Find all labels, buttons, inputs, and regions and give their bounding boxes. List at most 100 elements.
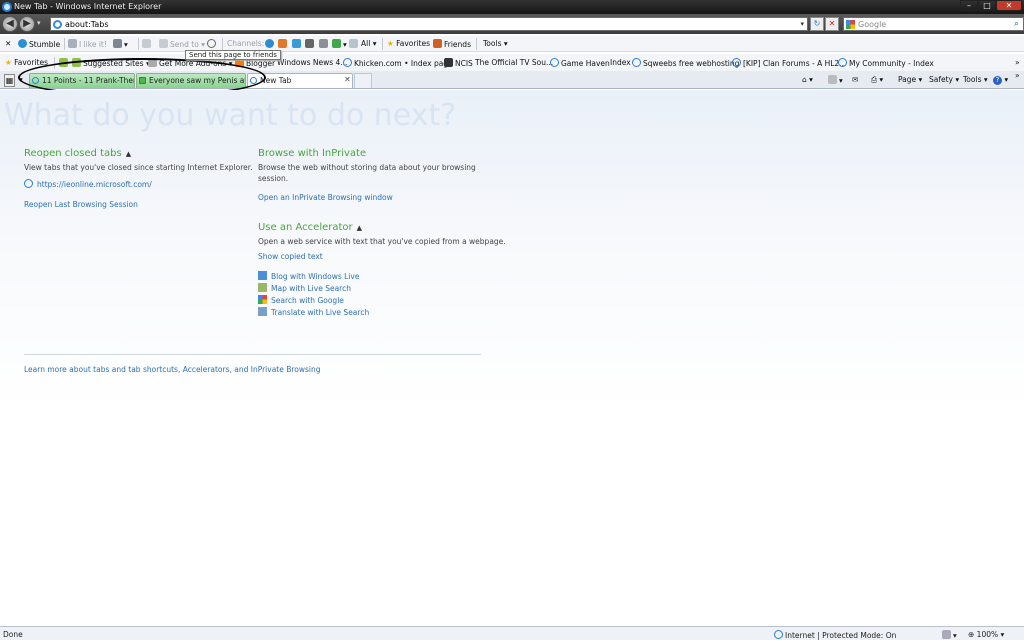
addons-status[interactable]: ▾ bbox=[942, 630, 957, 640]
ie-page-icon bbox=[838, 58, 847, 67]
show-copied-text-link[interactable]: Show copied text bbox=[258, 252, 323, 261]
video-icon[interactable] bbox=[305, 39, 315, 48]
stop-button[interactable]: ✕ bbox=[825, 17, 839, 31]
safety-menu[interactable]: Safety ▾ bbox=[929, 75, 959, 84]
close-tab-icon[interactable]: ✕ bbox=[344, 75, 351, 84]
favorites-label: Favorites bbox=[396, 39, 431, 48]
zoom-control[interactable]: ⊕ 100% ▾ bbox=[968, 630, 1004, 639]
security-zone[interactable]: Internet | Protected Mode: On bbox=[774, 630, 896, 640]
accelerator-google-link[interactable]: Search with Google bbox=[258, 295, 344, 305]
minimize-button[interactable]: – bbox=[960, 0, 978, 11]
help-button[interactable]: ? ▾ bbox=[993, 75, 1008, 85]
speech-bubble-icon bbox=[207, 39, 216, 48]
closed-tab-url: https://ieonline.microsoft.com/ bbox=[37, 180, 152, 189]
accelerator-blog-link[interactable]: Blog with Windows Live bbox=[258, 271, 359, 281]
fav-item-ncis[interactable]: NCIS bbox=[444, 58, 473, 68]
favbar-overflow-icon[interactable]: » bbox=[1015, 58, 1020, 67]
friends-button[interactable]: Friends bbox=[433, 39, 471, 49]
stumble-button[interactable]: Stumble bbox=[18, 39, 60, 49]
fav-item-sqweebs[interactable]: Sqweebs free webhosting bbox=[632, 58, 739, 68]
separator bbox=[382, 38, 383, 50]
back-button[interactable]: ◀ bbox=[2, 16, 18, 32]
maximize-button[interactable]: □ bbox=[978, 0, 996, 11]
fav-label: Blogger bbox=[246, 59, 276, 68]
status-text: Done bbox=[3, 630, 23, 639]
feeds-button[interactable]: ▾ bbox=[828, 75, 843, 85]
fav-item-my-community[interactable]: My Community - Index bbox=[838, 58, 934, 68]
globe-icon[interactable] bbox=[265, 39, 274, 48]
fav-label: The Official TV Sou... bbox=[475, 58, 554, 67]
new-tab-button[interactable] bbox=[354, 73, 372, 88]
collapse-caret-icon[interactable]: ▲ bbox=[357, 224, 362, 232]
divider bbox=[24, 354, 481, 355]
home-button[interactable]: ⌂ ▾ bbox=[802, 75, 813, 84]
fav-item-index[interactable]: Index bbox=[610, 58, 631, 67]
fav-label: [KIP] Clan Forums - A HL2... bbox=[743, 59, 847, 68]
address-bar[interactable]: about:Tabs ▾ bbox=[50, 17, 808, 31]
windows-live-icon bbox=[258, 271, 267, 280]
separator bbox=[64, 38, 65, 50]
thumbs-down-icon bbox=[113, 39, 122, 48]
search-placeholder[interactable]: Google bbox=[858, 20, 886, 29]
fav-label: Khicken.com • Index page bbox=[354, 59, 453, 68]
close-toolbar-icon[interactable]: ✕ bbox=[5, 39, 11, 48]
fav-item-official-tv[interactable]: The Official TV Sou... bbox=[475, 58, 553, 67]
closed-tab-link[interactable]: https://ieonline.microsoft.com/ bbox=[24, 179, 152, 189]
search-box[interactable]: Google ⌕ bbox=[843, 17, 1024, 31]
accelerator-translate-link[interactable]: Translate with Live Search bbox=[258, 307, 369, 317]
new-tab-page: What do you want to do next? Reopen clos… bbox=[0, 90, 1024, 626]
command-overflow-icon[interactable]: » bbox=[1015, 71, 1020, 80]
dislike-button[interactable]: ▾ bbox=[113, 39, 128, 49]
fav-label: Game Haven bbox=[561, 59, 610, 68]
fav-item-game-haven[interactable]: Game Haven bbox=[550, 58, 610, 68]
separator bbox=[222, 38, 223, 50]
learn-more-link[interactable]: Learn more about tabs and tab shortcuts,… bbox=[24, 365, 321, 374]
ie-logo-icon bbox=[2, 2, 12, 12]
address-dropdown-icon[interactable]: ▾ bbox=[800, 20, 804, 28]
favorites-button[interactable]: ★ Favorites bbox=[387, 39, 430, 48]
news-icon[interactable] bbox=[291, 39, 301, 48]
tag-button[interactable] bbox=[142, 39, 153, 49]
all-dropdown[interactable]: All ▾ bbox=[361, 39, 376, 48]
toolbar-tools-menu[interactable]: Tools ▾ bbox=[483, 39, 508, 48]
reopen-section-title[interactable]: Reopen closed tabs ▲ bbox=[24, 148, 131, 159]
photo-icon[interactable] bbox=[318, 39, 328, 48]
accelerator-description: Open a web service with text that you've… bbox=[258, 237, 506, 246]
fav-item-khicken[interactable]: Khicken.com • Index page bbox=[343, 58, 453, 68]
chart-icon[interactable] bbox=[278, 39, 288, 48]
send-icon bbox=[159, 39, 168, 48]
globe-icon bbox=[774, 630, 783, 639]
recent-pages-dropdown[interactable]: ▾ bbox=[37, 19, 41, 27]
address-text[interactable]: about:Tabs bbox=[65, 20, 109, 29]
like-label: I like it! bbox=[79, 40, 107, 49]
quick-tabs-button[interactable]: ▦ bbox=[4, 74, 15, 87]
star-icon: ★ bbox=[5, 58, 12, 67]
fav-item-windows-news[interactable]: Windows News 4... bbox=[277, 58, 347, 67]
tools-menu[interactable]: Tools ▾ bbox=[963, 75, 988, 84]
close-window-button[interactable]: ✕ bbox=[996, 0, 1022, 11]
send-to-button[interactable]: Send to ▾ bbox=[159, 39, 205, 49]
page-menu[interactable]: Page ▾ bbox=[898, 75, 922, 84]
accelerator-map-link[interactable]: Map with Live Search bbox=[258, 283, 351, 293]
reopen-session-link[interactable]: Reopen Last Browsing Session bbox=[24, 200, 138, 209]
page-menu-label: Page bbox=[898, 75, 917, 84]
accelerator-label: Search with Google bbox=[271, 296, 344, 305]
channel-icons[interactable]: ▾ bbox=[265, 39, 360, 49]
mail-button[interactable]: ✉ bbox=[852, 75, 858, 84]
addons-icon bbox=[942, 630, 951, 639]
share-icon[interactable] bbox=[331, 39, 341, 48]
tag-icon[interactable] bbox=[349, 39, 359, 48]
print-button[interactable]: ⎙ ▾ bbox=[871, 75, 883, 85]
collapse-caret-icon[interactable]: ▲ bbox=[126, 150, 131, 158]
open-inprivate-link[interactable]: Open an InPrivate Browsing window bbox=[258, 193, 393, 202]
search-icon[interactable]: ⌕ bbox=[1014, 19, 1019, 29]
refresh-button[interactable]: ↻ bbox=[810, 17, 824, 31]
fav-item-kip-clan[interactable]: [KIP] Clan Forums - A HL2... bbox=[732, 58, 846, 68]
accelerator-section-title[interactable]: Use an Accelerator ▲ bbox=[258, 222, 362, 233]
ie-page-icon bbox=[632, 58, 641, 67]
status-bar: Done Internet | Protected Mode: On ▾ ⊕ 1… bbox=[0, 626, 1024, 640]
ie-page-icon bbox=[732, 58, 741, 67]
forward-button[interactable]: ▶ bbox=[19, 16, 35, 32]
comment-button[interactable] bbox=[207, 39, 218, 49]
like-button[interactable]: I like it! bbox=[68, 39, 107, 49]
